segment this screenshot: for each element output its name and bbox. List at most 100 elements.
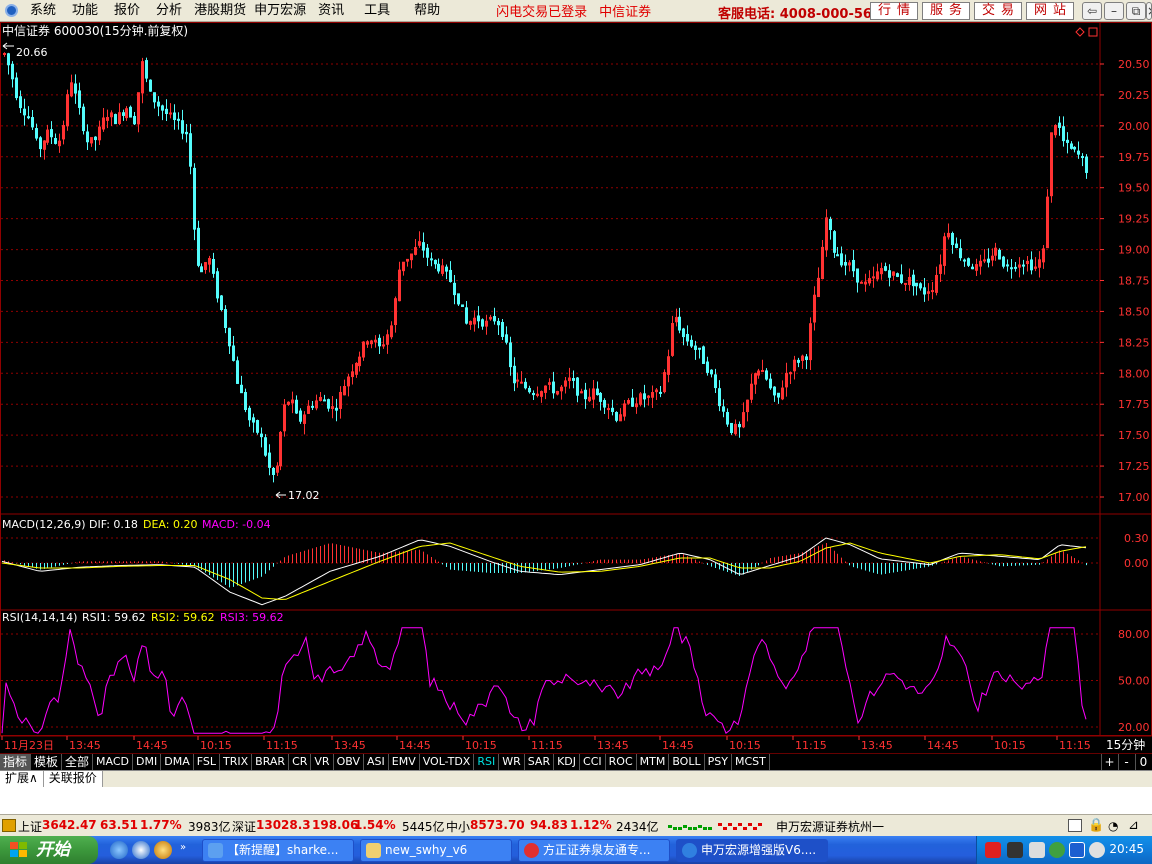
time-tick-label: 13:45 bbox=[334, 739, 366, 752]
menu-news[interactable]: 资讯 bbox=[310, 0, 352, 22]
broker-status[interactable]: 中信证券 bbox=[599, 1, 651, 20]
sh-index-name[interactable]: 上证 bbox=[18, 818, 42, 835]
indicator-tab-模板[interactable]: 模板 bbox=[31, 754, 63, 770]
network-icon[interactable] bbox=[1069, 842, 1085, 858]
menu-quote[interactable]: 报价 bbox=[106, 0, 148, 22]
back-icon[interactable]: ⇦ bbox=[1082, 2, 1102, 20]
candle-body bbox=[445, 266, 448, 272]
indicator-tab-全部[interactable]: 全部 bbox=[62, 754, 94, 770]
indicator-tab-fsl[interactable]: FSL bbox=[194, 754, 220, 770]
menu-hk-futures[interactable]: 港股期货 bbox=[190, 0, 250, 22]
browser-task-icon bbox=[208, 843, 223, 858]
minimize-icon[interactable]: – bbox=[1104, 2, 1124, 20]
chart-area[interactable]: 中信证券 600030(15分钟.前复权) 20.66 17.02 MACD(1… bbox=[0, 22, 1152, 754]
indicator-tab-brar[interactable]: BRAR bbox=[252, 754, 290, 770]
candle-body bbox=[15, 77, 18, 99]
indicator-tab-mtm[interactable]: MTM bbox=[637, 754, 670, 770]
monitor-icon[interactable] bbox=[1029, 842, 1045, 858]
menu-analysis[interactable]: 分析 bbox=[148, 0, 190, 22]
zoom-out-button[interactable]: - bbox=[1118, 754, 1134, 770]
price-tick-label: 20.00 bbox=[1118, 120, 1150, 133]
clock-icon[interactable]: ◔ bbox=[1108, 819, 1118, 833]
indicator-tab-asi[interactable]: ASI bbox=[364, 754, 389, 770]
indicator-tab-vol-tdx[interactable]: VOL-TDX bbox=[420, 754, 475, 770]
website-button[interactable]: 网站 bbox=[1026, 2, 1074, 20]
candle-body bbox=[161, 105, 164, 111]
zoom-in-button[interactable]: + bbox=[1101, 754, 1117, 770]
menu-function[interactable]: 功能 bbox=[64, 0, 106, 22]
indicator-tab-dma[interactable]: DMA bbox=[161, 754, 194, 770]
indicator-tab-dmi[interactable]: DMI bbox=[133, 754, 162, 770]
clock: 20:45 bbox=[1109, 842, 1144, 856]
indicator-tab-cci[interactable]: CCI bbox=[580, 754, 606, 770]
zx-index-name[interactable]: 中小 bbox=[446, 818, 470, 835]
keyboard-icon[interactable] bbox=[1007, 842, 1023, 858]
status-bar: 上证 3642.47 63.51 1.77% 3983亿 深证 13028.3 … bbox=[0, 814, 1152, 836]
indicator-tab-roc[interactable]: ROC bbox=[606, 754, 637, 770]
task-button-swhy[interactable]: 申万宏源增强版V6.... bbox=[676, 839, 828, 862]
candle-body bbox=[244, 391, 247, 410]
task-label: 方正证券泉友通专... bbox=[543, 843, 651, 857]
indicator-tab-vr[interactable]: VR bbox=[311, 754, 334, 770]
tab-related-quote[interactable]: 关联报价 bbox=[43, 771, 103, 787]
menu-system[interactable]: 系统 bbox=[22, 0, 64, 22]
lock-icon[interactable]: 🔒 bbox=[1088, 818, 1104, 833]
close-icon[interactable]: × bbox=[1146, 2, 1152, 20]
candle-body bbox=[1073, 146, 1076, 150]
app-quick-icon[interactable] bbox=[154, 841, 172, 859]
menu-help[interactable]: 帮助 bbox=[402, 0, 452, 22]
indicator-tab-cr[interactable]: CR bbox=[289, 754, 312, 770]
quote-button[interactable]: 行情 bbox=[870, 2, 918, 20]
stock-chart[interactable]: 中信证券 600030(15分钟.前复权) 20.66 17.02 MACD(1… bbox=[0, 22, 1152, 754]
candle-body bbox=[11, 63, 14, 80]
task-button-folder[interactable]: new_swhy_v6 bbox=[360, 839, 512, 862]
menu-tools[interactable]: 工具 bbox=[352, 0, 402, 22]
candle-body bbox=[31, 117, 34, 128]
start-button[interactable]: 开始 bbox=[0, 836, 98, 864]
candle-body bbox=[844, 262, 847, 266]
candle-body bbox=[769, 378, 772, 389]
input-method-icon[interactable] bbox=[985, 842, 1001, 858]
signal-icon[interactable]: ⊿ bbox=[1128, 818, 1139, 833]
indicator-tab-emv[interactable]: EMV bbox=[389, 754, 420, 770]
macd-panel bbox=[1, 537, 1087, 606]
indicator-tab-sar[interactable]: SAR bbox=[525, 754, 555, 770]
sz-index-name[interactable]: 深证 bbox=[232, 818, 256, 835]
indicator-tab-指标[interactable]: 指标 bbox=[0, 754, 32, 770]
window-icon[interactable] bbox=[1068, 819, 1082, 832]
indicator-tab-kdj[interactable]: KDJ bbox=[554, 754, 581, 770]
tab-expand[interactable]: 扩展∧ bbox=[0, 771, 44, 787]
chart-title: 中信证券 600030(15分钟.前复权) bbox=[2, 23, 188, 38]
indicator-tab-wr[interactable]: WR bbox=[499, 754, 525, 770]
zx-index-amount: 2434亿 bbox=[616, 820, 659, 834]
task-button-forum[interactable]: 【新提醒】sharke... bbox=[202, 839, 354, 862]
indicator-tab-trix[interactable]: TRIX bbox=[220, 754, 253, 770]
indicator-tab-obv[interactable]: OBV bbox=[334, 754, 364, 770]
period-label[interactable]: 15分钟 bbox=[1106, 737, 1145, 752]
indicator-tab-rsi[interactable]: RSI bbox=[474, 754, 500, 770]
indicator-tab-psy[interactable]: PSY bbox=[705, 754, 732, 770]
candle-body bbox=[477, 315, 480, 322]
candle-body bbox=[1002, 256, 1005, 267]
service-button[interactable]: 服务 bbox=[922, 2, 970, 20]
server-name[interactable]: 申万宏源证券杭州一 bbox=[776, 818, 884, 835]
security-icon[interactable] bbox=[1049, 842, 1065, 858]
candle-body bbox=[426, 247, 429, 258]
candle-body bbox=[165, 108, 168, 114]
reset-button[interactable]: 0 bbox=[1135, 754, 1151, 770]
chevron-icon[interactable]: » bbox=[180, 842, 186, 853]
candle-body bbox=[236, 360, 239, 384]
volume-icon[interactable] bbox=[1089, 842, 1105, 858]
browser-icon[interactable] bbox=[132, 841, 150, 859]
candle-body bbox=[19, 96, 22, 109]
indicator-tab-mcst[interactable]: MCST bbox=[732, 754, 770, 770]
indicator-tab-macd[interactable]: MACD bbox=[93, 754, 134, 770]
chart-corner-icons[interactable] bbox=[1075, 27, 1098, 37]
ie-icon[interactable] bbox=[110, 841, 128, 859]
menu-swhy[interactable]: 申万宏源 bbox=[250, 0, 310, 22]
indicator-tab-boll[interactable]: BOLL bbox=[669, 754, 705, 770]
task-button-founder[interactable]: 方正证券泉友通专... bbox=[518, 839, 670, 862]
restore-icon[interactable]: ⧉ bbox=[1126, 2, 1146, 20]
trade-button[interactable]: 交易 bbox=[974, 2, 1022, 20]
candle-body bbox=[252, 417, 255, 423]
